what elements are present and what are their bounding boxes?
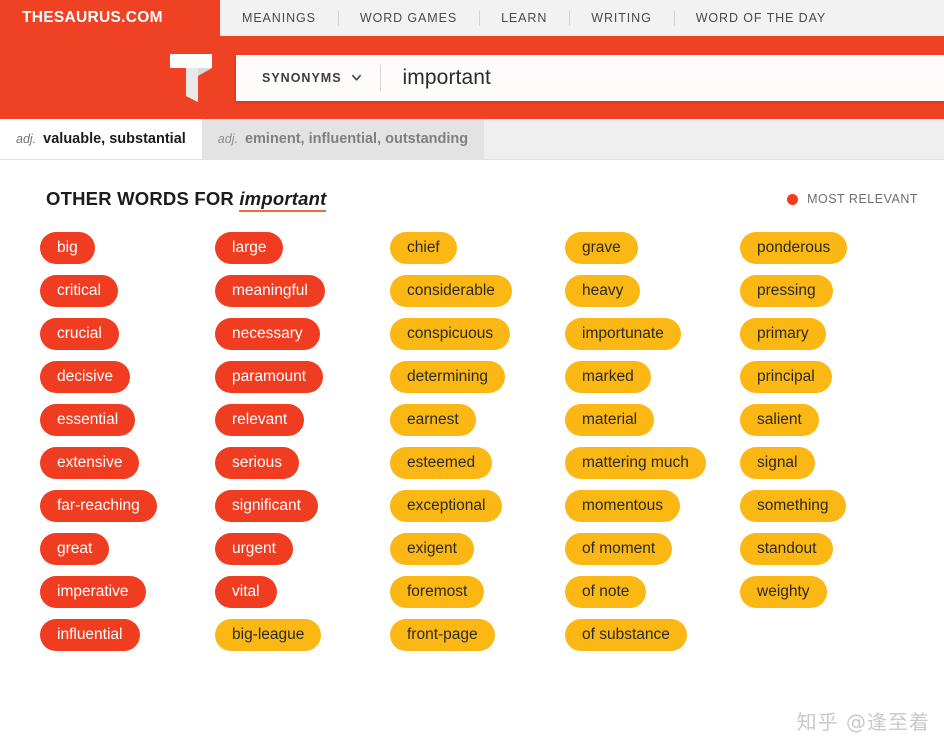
- pos-tab-words: eminent, influential, outstanding: [244, 131, 469, 147]
- search-type-dropdown[interactable]: SYNONYMS: [236, 71, 380, 85]
- synonym-chip[interactable]: material: [565, 404, 655, 436]
- synonym-chip[interactable]: influential: [40, 619, 140, 651]
- synonym-columns: big critical crucial decisive essential exten…: [0, 232, 944, 651]
- synonym-chip[interactable]: exceptional: [390, 490, 503, 522]
- synonym-column-2: chief considerable conspicuous determining e…: [390, 232, 565, 651]
- section-title-prefix: OTHER WORDS FOR: [46, 188, 234, 209]
- site-logo-text[interactable]: THESAURUS.COM: [0, 0, 220, 36]
- synonym-chip[interactable]: meaningful: [215, 275, 325, 307]
- synonym-chip[interactable]: of substance: [565, 619, 687, 651]
- nav-link-meanings[interactable]: MEANINGS: [220, 11, 338, 25]
- synonym-chip[interactable]: essential: [40, 404, 136, 436]
- synonym-chip[interactable]: principal: [740, 361, 832, 393]
- nav-link-writing[interactable]: WRITING: [569, 11, 673, 25]
- synonym-chip[interactable]: momentous: [565, 490, 680, 522]
- relevance-legend-label: MOST RELEVANT: [807, 192, 918, 206]
- synonym-chip[interactable]: salient: [740, 404, 819, 436]
- synonym-chip[interactable]: primary: [740, 318, 826, 350]
- search-box[interactable]: SYNONYMS important: [236, 54, 944, 101]
- synonym-column-1: large meaningful necessary paramount relevan…: [215, 232, 390, 651]
- synonym-column-4: ponderous pressing primary principal salient…: [740, 232, 915, 651]
- thesaurus-t-logo-icon[interactable]: [168, 52, 214, 104]
- synonym-chip[interactable]: far-reaching: [40, 490, 157, 522]
- synonym-chip[interactable]: necessary: [215, 318, 320, 350]
- pos-tab-part-of-speech: adj.: [217, 132, 238, 146]
- synonym-chip[interactable]: front-page: [390, 619, 495, 651]
- nav-link-learn[interactable]: LEARN: [479, 11, 569, 25]
- synonym-chip[interactable]: importunate: [565, 318, 681, 350]
- synonym-chip[interactable]: extensive: [40, 447, 140, 479]
- synonym-chip[interactable]: relevant: [215, 404, 305, 436]
- synonym-chip[interactable]: exigent: [390, 533, 474, 565]
- watermark: 知乎 @逢至着: [796, 710, 930, 734]
- synonym-column-0: big critical crucial decisive essential exten…: [40, 232, 215, 651]
- synonym-chip[interactable]: heavy: [565, 275, 641, 307]
- synonym-chip[interactable]: considerable: [390, 275, 512, 307]
- synonym-chip[interactable]: great: [40, 533, 110, 565]
- synonym-chip[interactable]: significant: [215, 490, 318, 522]
- synonym-chip[interactable]: standout: [740, 533, 834, 565]
- search-type-label: SYNONYMS: [262, 70, 342, 85]
- search-band: SYNONYMS important: [0, 36, 944, 119]
- relevance-dot-icon: [787, 193, 799, 205]
- synonym-chip[interactable]: weighty: [740, 576, 827, 608]
- section-title-term: important: [239, 188, 327, 212]
- page-title: OTHER WORDS FOR important: [46, 188, 327, 212]
- logo-slot: [0, 52, 236, 104]
- part-of-speech-tabs: adj. valuable, substantial adj. eminent, in…: [0, 119, 944, 160]
- synonym-chip[interactable]: marked: [565, 361, 651, 393]
- top-navigation-bar: THESAURUS.COM MEANINGS WORD GAMES LEARN WRI…: [0, 0, 944, 36]
- synonyms-content: OTHER WORDS FOR important MOST RELEVANT …: [0, 160, 944, 741]
- synonym-chip[interactable]: large: [215, 232, 284, 264]
- search-input[interactable]: important: [381, 66, 944, 90]
- synonym-chip[interactable]: urgent: [215, 533, 293, 565]
- synonym-chip[interactable]: of moment: [565, 533, 673, 565]
- nav-links: MEANINGS WORD GAMES LEARN WRITING WORD OF TH…: [220, 0, 944, 36]
- nav-link-word-of-the-day[interactable]: WORD OF THE DAY: [674, 11, 848, 25]
- synonym-chip[interactable]: paramount: [215, 361, 324, 393]
- synonym-chip[interactable]: ponderous: [740, 232, 848, 264]
- pos-tab-0[interactable]: adj. valuable, substantial: [0, 119, 202, 159]
- nav-link-word-games[interactable]: WORD GAMES: [338, 11, 479, 25]
- synonym-chip[interactable]: mattering much: [565, 447, 706, 479]
- synonym-chip[interactable]: grave: [565, 232, 638, 264]
- synonym-chip[interactable]: foremost: [390, 576, 485, 608]
- synonym-chip[interactable]: vital: [215, 576, 277, 608]
- synonym-chip[interactable]: conspicuous: [390, 318, 511, 350]
- synonym-chip[interactable]: big: [40, 232, 95, 264]
- synonym-chip[interactable]: signal: [740, 447, 815, 479]
- pos-tab-1[interactable]: adj. eminent, influential, outstanding: [201, 119, 485, 159]
- relevance-legend: MOST RELEVANT: [787, 192, 918, 206]
- synonym-column-3: grave heavy importunate marked material matte…: [565, 232, 740, 651]
- synonym-chip[interactable]: esteemed: [390, 447, 493, 479]
- synonym-chip[interactable]: big-league: [215, 619, 322, 651]
- chevron-down-icon: [351, 72, 362, 83]
- synonym-chip[interactable]: chief: [390, 232, 457, 264]
- synonym-chip[interactable]: something: [740, 490, 846, 522]
- section-header-row: OTHER WORDS FOR important MOST RELEVANT: [0, 188, 944, 212]
- synonym-chip[interactable]: earnest: [390, 404, 476, 436]
- synonym-chip[interactable]: serious: [215, 447, 299, 479]
- synonym-chip[interactable]: imperative: [40, 576, 146, 608]
- pos-tab-words: valuable, substantial: [43, 131, 186, 147]
- synonym-chip[interactable]: pressing: [740, 275, 833, 307]
- synonym-chip[interactable]: decisive: [40, 361, 130, 393]
- synonym-chip[interactable]: of note: [565, 576, 647, 608]
- synonym-chip[interactable]: crucial: [40, 318, 119, 350]
- synonym-chip[interactable]: determining: [390, 361, 505, 393]
- pos-tab-part-of-speech: adj.: [16, 132, 37, 146]
- synonym-chip[interactable]: critical: [40, 275, 118, 307]
